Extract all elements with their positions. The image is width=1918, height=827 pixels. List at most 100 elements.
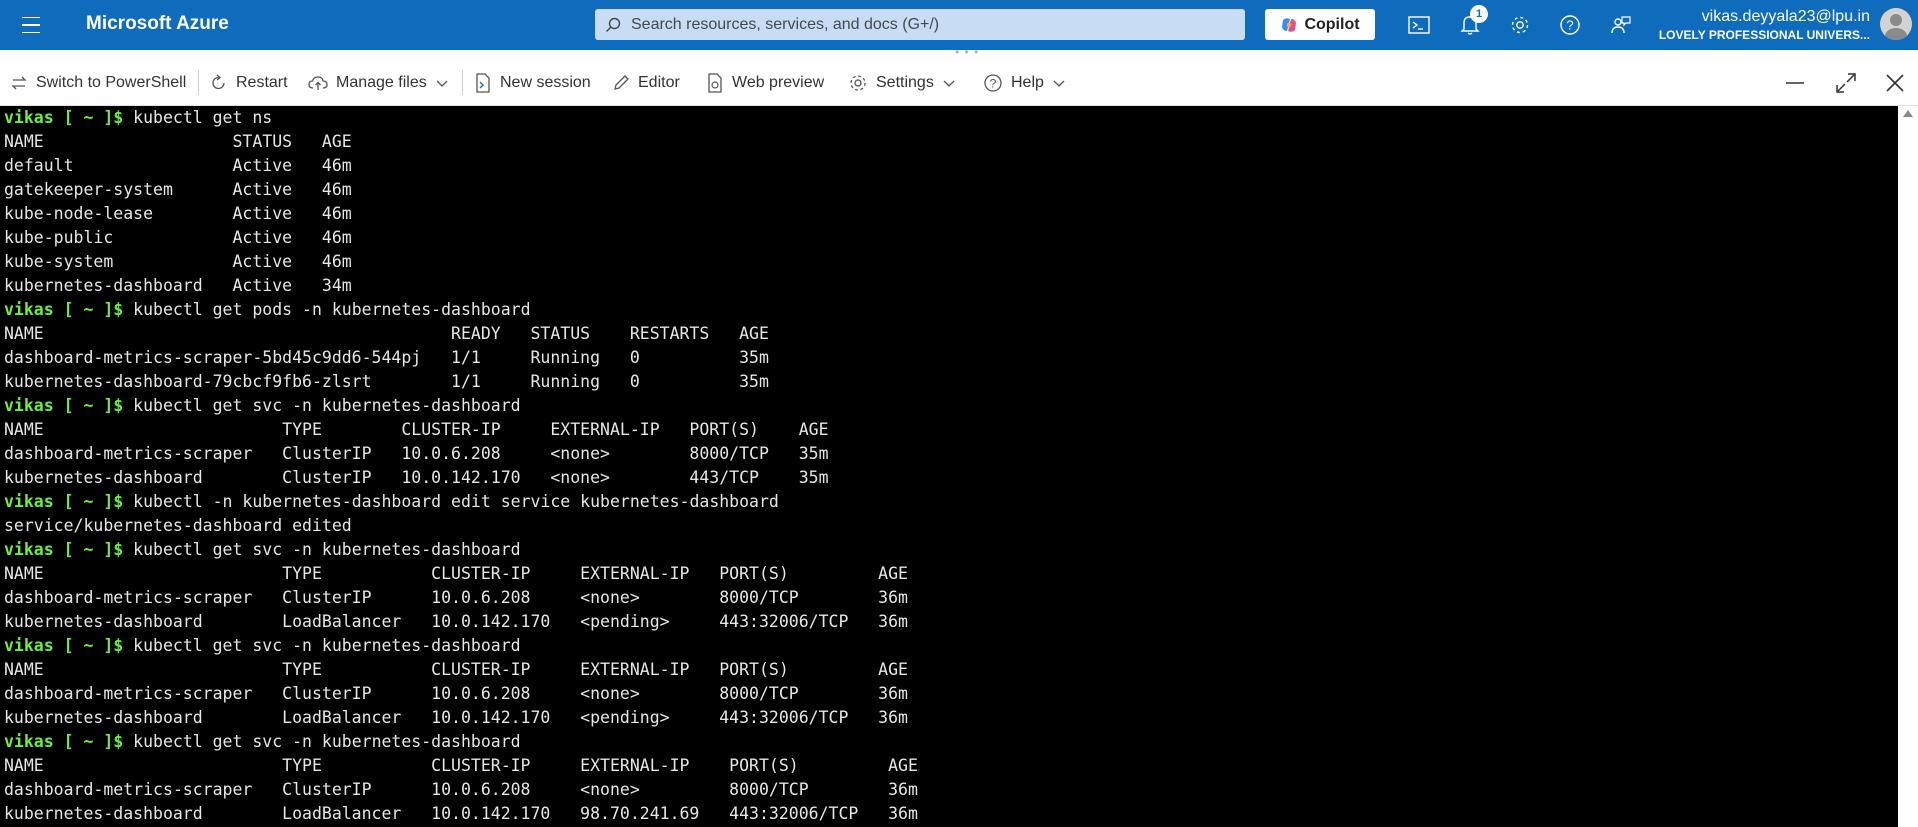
terminal-scrollbar[interactable] (1898, 106, 1918, 827)
help-label: Help (1011, 73, 1044, 91)
help-question-icon[interactable]: ? (1557, 12, 1583, 38)
terminal-icon (1408, 16, 1430, 34)
terminal-command-line: vikas [ ~ ]$ kubectl get ns (4, 106, 1898, 130)
terminal-command-line: vikas [ ~ ]$ kubectl get svc -n kubernet… (4, 730, 1898, 754)
command-text: kubectl -n kubernetes-dashboard edit ser… (123, 492, 779, 511)
shell-prompt: vikas [ ~ ]$ (4, 492, 124, 511)
restart-icon (212, 74, 225, 89)
panel-resize-handle[interactable]: • • • (955, 45, 979, 59)
chevron-down-icon (436, 80, 448, 87)
scroll-up-arrow-icon[interactable] (1903, 110, 1913, 117)
web-preview-icon (708, 72, 722, 93)
terminal-output-line: kubernetes-dashboard-79cbcf9fb6-zlsrt 1/… (4, 372, 769, 391)
manage-files-button[interactable]: Manage files (308, 60, 449, 105)
terminal-output-line: kube-system Active 46m (4, 252, 352, 271)
svg-text:?: ? (1566, 18, 1573, 33)
command-text: kubectl get svc -n kubernetes-dashboard (123, 732, 521, 751)
editor-label: Editor (638, 73, 680, 91)
close-button[interactable] (1880, 68, 1910, 98)
command-text: kubectl get pods -n kubernetes-dashboard (123, 300, 531, 319)
azure-top-bar: Microsoft Azure Copilot 1 (0, 0, 1918, 50)
terminal-output-line: default Active 46m (4, 156, 352, 175)
restart-label: Restart (236, 73, 288, 91)
shell-prompt: vikas [ ~ ]$ (4, 732, 124, 751)
toolbar-divider (198, 70, 199, 95)
terminal-output-line: NAME TYPE CLUSTER-IP EXTERNAL-IP PORT(S)… (4, 420, 829, 439)
terminal-output-line: kubernetes-dashboard Active 34m (4, 276, 352, 295)
restart-button[interactable]: Restart (210, 60, 288, 105)
help-icon: ? (984, 73, 1002, 92)
terminal-output-line: service/kubernetes-dashboard edited (4, 516, 352, 535)
switch-arrows-icon (11, 76, 27, 89)
terminal-output-line: kubernetes-dashboard LoadBalancer 10.0.1… (4, 612, 908, 631)
minimize-icon (1786, 82, 1804, 84)
copilot-button[interactable]: Copilot (1265, 9, 1375, 40)
shell-prompt: vikas [ ~ ]$ (4, 300, 124, 319)
terminal-output-line: kubernetes-dashboard ClusterIP 10.0.142.… (4, 468, 829, 487)
cloud-upload-icon (308, 75, 328, 90)
terminal-output-line: dashboard-metrics-scraper-5bd45c9dd6-544… (4, 348, 769, 367)
command-text: kubectl get svc -n kubernetes-dashboard (123, 636, 521, 655)
manage-files-label: Manage files (336, 73, 427, 91)
avatar[interactable] (1880, 8, 1912, 40)
editor-button[interactable]: Editor (612, 60, 680, 105)
minimize-button[interactable] (1780, 68, 1810, 98)
user-email: vikas.deyyala23@lpu.in (1701, 8, 1870, 25)
terminal-output-line: NAME READY STATUS RESTARTS AGE (4, 324, 769, 343)
close-icon (1886, 74, 1904, 92)
command-text: kubectl get svc -n kubernetes-dashboard (123, 540, 521, 559)
copilot-label: Copilot (1304, 15, 1360, 33)
chevron-down-icon (1053, 80, 1065, 87)
terminal-output-line: dashboard-metrics-scraper ClusterIP 10.0… (4, 780, 918, 799)
terminal-command-line: vikas [ ~ ]$ kubectl -n kubernetes-dashb… (4, 490, 1898, 514)
settings-label: Settings (876, 73, 934, 91)
chevron-down-icon (943, 80, 955, 87)
search-icon (606, 17, 621, 32)
cloud-shell-toolbar: Switch to PowerShell Restart Manage file… (0, 60, 1918, 106)
help-menu-button[interactable]: ? Help (983, 60, 1066, 105)
terminal-output-line: dashboard-metrics-scraper ClusterIP 10.0… (4, 588, 908, 607)
user-directory: LOVELY PROFESSIONAL UNIVERS... (1658, 28, 1870, 42)
shell-prompt: vikas [ ~ ]$ (4, 108, 124, 127)
terminal-output-line: NAME TYPE CLUSTER-IP EXTERNAL-IP PORT(S)… (4, 564, 908, 583)
shell-prompt: vikas [ ~ ]$ (4, 636, 124, 655)
brand-title[interactable]: Microsoft Azure (86, 13, 229, 35)
notification-count-badge: 1 (1470, 5, 1488, 23)
settings-gear-icon[interactable] (1507, 12, 1533, 38)
terminal-output-line: NAME STATUS AGE (4, 132, 352, 151)
portal-menu-icon[interactable] (18, 14, 44, 36)
terminal-output-line: NAME TYPE CLUSTER-IP EXTERNAL-IP PORT(S)… (4, 660, 908, 679)
settings-menu-button[interactable]: Settings (848, 60, 956, 105)
svg-text:?: ? (990, 76, 997, 90)
switch-label: Switch to PowerShell (36, 73, 187, 91)
terminal-output[interactable]: vikas [ ~ ]$ kubectl get ns NAME STATUS A… (0, 106, 1898, 827)
web-preview-label: Web preview (732, 73, 825, 91)
terminal-command-line: vikas [ ~ ]$ kubectl get svc -n kubernet… (4, 538, 1898, 562)
account-info[interactable]: vikas.deyyala23@lpu.in LOVELY PROFESSION… (1650, 8, 1870, 42)
gear-icon (850, 74, 866, 91)
maximize-icon (1836, 73, 1856, 93)
terminal-output-line: NAME TYPE CLUSTER-IP EXTERNAL-IP PORT(S)… (4, 756, 918, 775)
new-session-label: New session (500, 73, 591, 91)
command-text: kubectl get svc -n kubernetes-dashboard (123, 396, 521, 415)
maximize-button[interactable] (1831, 68, 1861, 98)
terminal-command-line: vikas [ ~ ]$ kubectl get pods -n kuberne… (4, 298, 1898, 322)
shell-prompt: vikas [ ~ ]$ (4, 540, 124, 559)
cloud-shell-icon[interactable] (1406, 12, 1432, 38)
terminal-output-line: gatekeeper-system Active 46m (4, 180, 352, 199)
toolbar-divider (462, 70, 463, 95)
terminal-command-line: vikas [ ~ ]$ kubectl get svc -n kubernet… (4, 394, 1898, 418)
new-session-button[interactable]: New session (474, 60, 591, 105)
search-input[interactable] (629, 14, 1223, 35)
global-search-box[interactable] (595, 9, 1245, 40)
shell-prompt: vikas [ ~ ]$ (4, 396, 124, 415)
terminal-command-line: vikas [ ~ ]$ kubectl get svc -n kubernet… (4, 634, 1898, 658)
command-text: kubectl get ns (123, 108, 273, 127)
terminal-output-line: kube-public Active 46m (4, 228, 352, 247)
terminal-output-line: kubernetes-dashboard LoadBalancer 10.0.1… (4, 708, 908, 727)
new-session-icon (476, 72, 490, 93)
terminal-output-line: kubernetes-dashboard LoadBalancer 10.0.1… (4, 804, 918, 823)
switch-to-powershell-button[interactable]: Switch to PowerShell (10, 60, 186, 105)
feedback-icon[interactable] (1608, 12, 1634, 38)
web-preview-button[interactable]: Web preview (706, 60, 824, 105)
